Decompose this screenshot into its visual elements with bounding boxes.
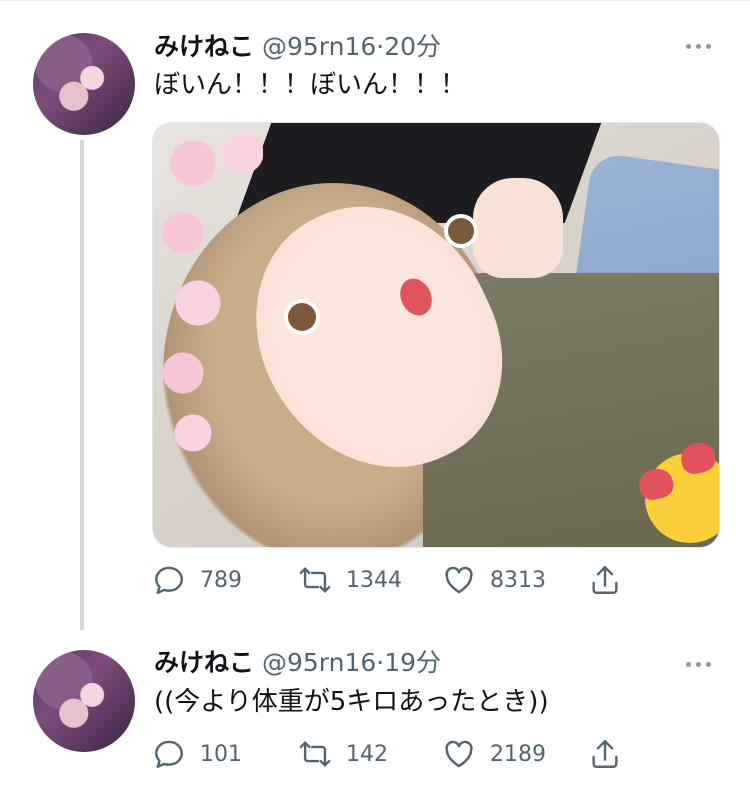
like-count: 2189	[490, 741, 546, 767]
tweet-actions: 101 142 2189	[152, 734, 632, 774]
avatar[interactable]	[33, 33, 135, 135]
reply-count: 101	[200, 741, 242, 767]
tweet-text: ((今より体重が5キロあったとき))	[154, 687, 549, 717]
retweet-icon	[299, 741, 331, 767]
reply-icon	[155, 566, 183, 594]
tweet-header: みけねこ @95rn16·19分	[154, 648, 441, 678]
share-button[interactable]	[588, 734, 622, 774]
share-icon	[592, 566, 618, 594]
tweet-timestamp[interactable]: 20分	[384, 32, 441, 61]
avatar[interactable]	[33, 650, 135, 752]
share-button[interactable]	[588, 560, 622, 600]
retweet-count: 1344	[346, 567, 402, 593]
share-icon	[592, 740, 618, 768]
retweet-button[interactable]: 1344	[298, 560, 402, 600]
display-name[interactable]: みけねこ	[154, 648, 254, 677]
user-handle[interactable]: @95rn16	[262, 648, 376, 677]
reply-icon	[155, 740, 183, 768]
retweet-count: 142	[346, 741, 388, 767]
reply-button[interactable]: 101	[152, 734, 242, 774]
tweet[interactable]: みけねこ @95rn16·20分 ぼいん！！！ぼいん！！！ 789 1344 8…	[0, 0, 750, 630]
more-options-icon[interactable]	[686, 44, 711, 49]
thread-connector-line	[80, 140, 84, 630]
like-button[interactable]: 8313	[442, 560, 546, 600]
user-handle[interactable]: @95rn16	[262, 32, 376, 61]
tweet-timestamp[interactable]: 19分	[384, 648, 441, 677]
tweet-header: みけねこ @95rn16·20分	[154, 32, 441, 62]
like-count: 8313	[490, 567, 546, 593]
tweet-photo[interactable]	[152, 122, 720, 548]
reply-button[interactable]: 789	[152, 560, 242, 600]
retweet-icon	[299, 567, 331, 593]
display-name[interactable]: みけねこ	[154, 32, 254, 61]
retweet-button[interactable]: 142	[298, 734, 388, 774]
like-button[interactable]: 2189	[442, 734, 546, 774]
tweet-text: ぼいん！！！ぼいん！！！	[154, 70, 467, 100]
more-options-icon[interactable]	[686, 662, 711, 667]
tweet-actions: 789 1344 8313	[152, 560, 632, 600]
heart-icon	[445, 566, 473, 594]
reply-count: 789	[200, 567, 242, 593]
heart-icon	[445, 740, 473, 768]
